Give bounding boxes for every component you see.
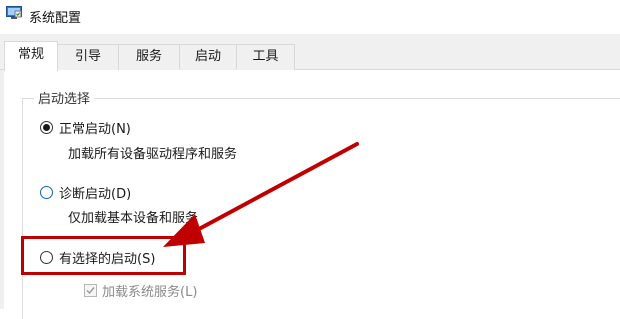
normal-startup-option[interactable]: 正常启动(N) [40, 118, 131, 137]
normal-startup-label: 正常启动(N) [59, 122, 131, 137]
normal-startup-description: 加载所有设备驱动程序和服务 [68, 147, 238, 162]
diagnostic-startup-label: 诊断启动(D) [59, 187, 132, 202]
tab-startup[interactable]: 启动 [179, 44, 237, 70]
tab-services[interactable]: 服务 [118, 44, 180, 70]
checkmark-icon [86, 287, 95, 295]
startup-selection-label: 启动选择 [34, 88, 95, 107]
diagnostic-startup-option[interactable]: 诊断启动(D) [40, 183, 131, 202]
window-title: 系统配置 [29, 11, 82, 26]
diagnostic-startup-radio[interactable] [40, 186, 53, 199]
load-system-services-option: 加载系统服务(L) [84, 281, 197, 300]
tab-tools[interactable]: 工具 [236, 44, 295, 70]
tab-general[interactable]: 常规 [4, 41, 58, 71]
load-system-services-label: 加载系统服务(L) [102, 285, 198, 300]
load-system-services-checkbox [84, 284, 97, 297]
tab-boot[interactable]: 引导 [57, 44, 119, 70]
system-config-icon [6, 6, 22, 19]
title-bar: 系统配置 [0, 0, 620, 34]
diagnostic-startup-description: 仅加载基本设备和服务 [68, 211, 199, 226]
selective-startup-highlight [21, 236, 186, 275]
normal-startup-radio[interactable] [40, 121, 53, 134]
